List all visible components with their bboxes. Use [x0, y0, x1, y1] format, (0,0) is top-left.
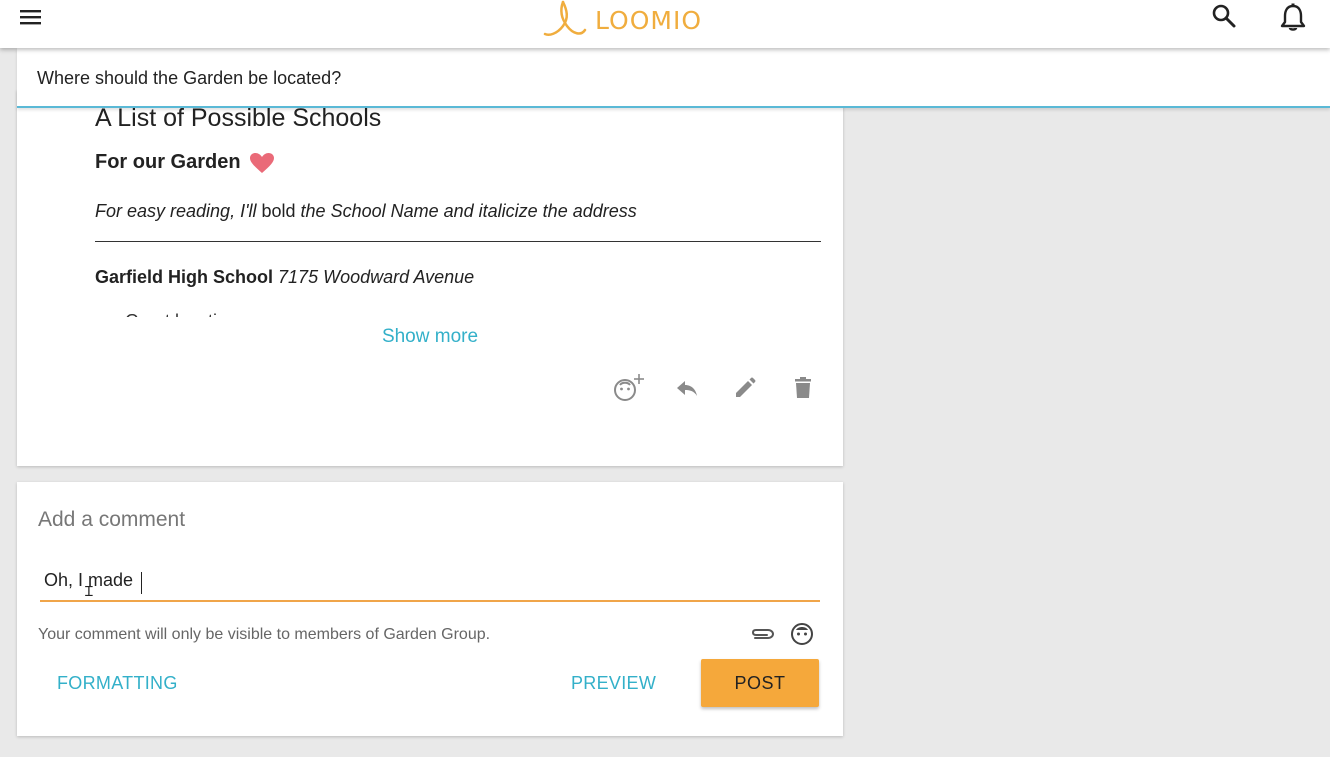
trash-icon[interactable]: [774, 372, 832, 404]
top-bar: LOOMIO: [0, 0, 1330, 48]
preview-button[interactable]: PREVIEW: [571, 673, 656, 694]
intro-bold-word: bold: [261, 201, 296, 221]
item-actions: [600, 372, 832, 404]
visibility-note: Your comment will only be visible to mem…: [38, 626, 491, 643]
comment-form-card: Add a comment Ɪ Your comment will only b…: [17, 482, 843, 736]
heart-icon: [249, 152, 274, 173]
intro-text-end: the School Name and italicize the addres…: [295, 201, 637, 221]
subheading-text: For our Garden: [95, 151, 241, 173]
post-button[interactable]: POST: [701, 659, 819, 707]
paperclip-icon[interactable]: [749, 622, 775, 646]
reply-icon[interactable]: [658, 372, 716, 404]
truncated-bullet: Great location: [125, 310, 237, 317]
document-subheading: For our Garden: [95, 151, 275, 174]
formatting-button[interactable]: FORMATTING: [57, 673, 178, 694]
thread-body-card: A List of Possible Schools For our Garde…: [17, 90, 843, 466]
emoji-icon[interactable]: [790, 622, 814, 646]
thread-context-bar: Where should the Garden be located?: [17, 48, 1330, 108]
text-cursor-icon: Ɪ: [85, 583, 93, 599]
bell-icon[interactable]: [1279, 2, 1307, 32]
loomio-logo[interactable]: LOOMIO: [543, 0, 702, 40]
text-caret: [141, 572, 142, 594]
add-reaction-icon[interactable]: [600, 372, 658, 404]
school-name: Garfield High School: [95, 267, 274, 287]
horizontal-divider: [95, 241, 821, 242]
school-address: 7175 Woodward Avenue: [278, 267, 475, 287]
show-more-link[interactable]: Show more: [17, 326, 843, 348]
document-heading: A List of Possible Schools: [95, 104, 382, 132]
search-icon[interactable]: [1210, 2, 1238, 30]
hamburger-menu-icon[interactable]: [20, 8, 42, 26]
intro-paragraph: For easy reading, I'll bold the School N…: [95, 201, 637, 222]
intro-text-start: For easy reading, I'll: [95, 201, 262, 221]
loomio-logo-icon: [543, 0, 587, 36]
brand-name: LOOMIO: [595, 5, 703, 35]
comment-form-title: Add a comment: [38, 508, 186, 531]
school-entry: Garfield High School 7175 Woodward Avenu…: [95, 267, 474, 288]
comment-input[interactable]: [40, 560, 820, 602]
pencil-icon[interactable]: [716, 372, 774, 404]
thread-title[interactable]: Where should the Garden be located?: [37, 68, 341, 89]
